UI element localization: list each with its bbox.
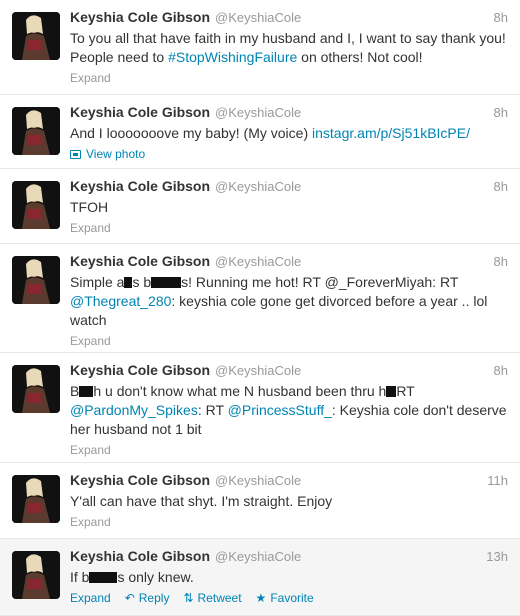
- author-handle[interactable]: @KeyshiaCole: [215, 254, 301, 269]
- tweet-time[interactable]: 8h: [494, 254, 508, 269]
- redaction-bar: [89, 572, 118, 583]
- instagram-link[interactable]: instagr.am/p/Sj51kBIcPE/: [312, 125, 470, 141]
- tweet[interactable]: Keyshia Cole Gibson @KeyshiaCole 8h To y…: [0, 0, 520, 95]
- tweet-text: Simple a s b s! Running me hot! RT @_Forev…: [70, 273, 508, 330]
- tweet-time[interactable]: 8h: [494, 105, 508, 120]
- text-part: : RT: [197, 402, 228, 418]
- author-handle[interactable]: @KeyshiaCole: [215, 179, 301, 194]
- favorite-button[interactable]: ★ Favorite: [256, 591, 314, 605]
- author-handle[interactable]: @KeyshiaCole: [215, 549, 301, 564]
- retweet-icon: ⇅: [183, 591, 194, 605]
- text-part: If b: [70, 569, 90, 585]
- author-handle[interactable]: @KeyshiaCole: [215, 10, 301, 25]
- redaction-bar: [79, 386, 94, 397]
- expand-link[interactable]: Expand: [70, 71, 111, 85]
- tweet[interactable]: Keyshia Cole Gibson @KeyshiaCole 8h Bh u…: [0, 353, 520, 463]
- retweet-label: Retweet: [197, 591, 242, 605]
- tweet[interactable]: Keyshia Cole Gibson @KeyshiaCole 8h Simp…: [0, 244, 520, 353]
- redaction-bar: [386, 386, 397, 397]
- tweet-text: TFOH: [70, 199, 109, 215]
- favorite-label: Favorite: [270, 591, 314, 605]
- author-name[interactable]: Keyshia Cole Gibson: [70, 362, 210, 378]
- reply-label: Reply: [138, 591, 170, 605]
- tweet-time[interactable]: 8h: [494, 363, 508, 378]
- tweet-time[interactable]: 8h: [494, 179, 508, 194]
- view-photo-label: View photo: [86, 147, 146, 161]
- tweet[interactable]: Keyshia Cole Gibson @KeyshiaCole 11h Y'a…: [0, 463, 520, 539]
- avatar[interactable]: [12, 107, 60, 155]
- tweet-timeline: Keyshia Cole Gibson @KeyshiaCole 8h To y…: [0, 0, 520, 616]
- avatar[interactable]: [12, 365, 60, 413]
- retweet-button[interactable]: ⇅ Retweet: [183, 591, 241, 605]
- reply-icon: ↶: [124, 591, 135, 605]
- avatar[interactable]: [12, 551, 60, 599]
- tweet-text: If b s only knew.: [70, 568, 508, 587]
- tweet-text: And I looooooove my baby! (My voice) ins…: [70, 124, 508, 143]
- author-handle[interactable]: @KeyshiaCole: [215, 105, 301, 120]
- star-icon: ★: [255, 591, 267, 605]
- tweet-time[interactable]: 8h: [494, 10, 508, 25]
- tweet-text: Y'all can have that shyt. I'm straight. …: [70, 493, 333, 509]
- expand-link[interactable]: Expand: [70, 443, 111, 457]
- author-name[interactable]: Keyshia Cole Gibson: [70, 548, 210, 564]
- mention-link[interactable]: @Thegreat_280: [70, 293, 171, 309]
- author-name[interactable]: Keyshia Cole Gibson: [70, 178, 210, 194]
- redaction-bar: [151, 277, 182, 288]
- avatar[interactable]: [12, 475, 60, 523]
- tweet[interactable]: Keyshia Cole Gibson @KeyshiaCole 8h And …: [0, 95, 520, 169]
- expand-link[interactable]: Expand: [70, 334, 111, 348]
- text-part: And I looooooove my baby! (My voice): [70, 125, 313, 141]
- view-photo-link[interactable]: View photo: [70, 147, 145, 161]
- tweet-text: To you all that have faith in my husband…: [70, 29, 508, 67]
- tweet[interactable]: Keyshia Cole Gibson @KeyshiaCole 13h If …: [0, 539, 520, 616]
- author-handle[interactable]: @KeyshiaCole: [215, 363, 301, 378]
- text-part: s b: [132, 274, 152, 290]
- mention-link[interactable]: @PrincessStuff_: [228, 402, 332, 418]
- tweet-text: Bh u don't know what me N husband been t…: [70, 382, 508, 439]
- reply-button[interactable]: ↶ Reply: [125, 591, 170, 605]
- text-part: Simple a: [70, 274, 125, 290]
- expand-link[interactable]: Expand: [70, 515, 111, 529]
- tweet-time[interactable]: 11h: [487, 473, 508, 488]
- photo-icon: [70, 149, 81, 159]
- text-part: B: [70, 383, 80, 399]
- text-part: s! Running me hot! RT @_ForeverMiyah: RT: [181, 274, 459, 290]
- avatar[interactable]: [12, 181, 60, 229]
- text-part: RT: [396, 383, 415, 399]
- author-name[interactable]: Keyshia Cole Gibson: [70, 104, 210, 120]
- expand-link[interactable]: Expand: [70, 221, 111, 235]
- author-name[interactable]: Keyshia Cole Gibson: [70, 9, 210, 25]
- text-part: on others! Not cool!: [297, 49, 423, 65]
- avatar[interactable]: [12, 256, 60, 304]
- author-name[interactable]: Keyshia Cole Gibson: [70, 253, 210, 269]
- avatar[interactable]: [12, 12, 60, 60]
- tweet[interactable]: Keyshia Cole Gibson @KeyshiaCole 8h TFOH…: [0, 169, 520, 244]
- author-handle[interactable]: @KeyshiaCole: [215, 473, 301, 488]
- expand-link[interactable]: Expand: [70, 591, 111, 605]
- text-part: s only knew.: [117, 569, 194, 585]
- author-name[interactable]: Keyshia Cole Gibson: [70, 472, 210, 488]
- hashtag-link[interactable]: #StopWishingFailure: [168, 49, 297, 65]
- text-part: h u don't know what me N husband been th…: [93, 383, 387, 399]
- mention-link[interactable]: @PardonMy_Spikes: [70, 402, 198, 418]
- tweet-time[interactable]: 13h: [486, 549, 508, 564]
